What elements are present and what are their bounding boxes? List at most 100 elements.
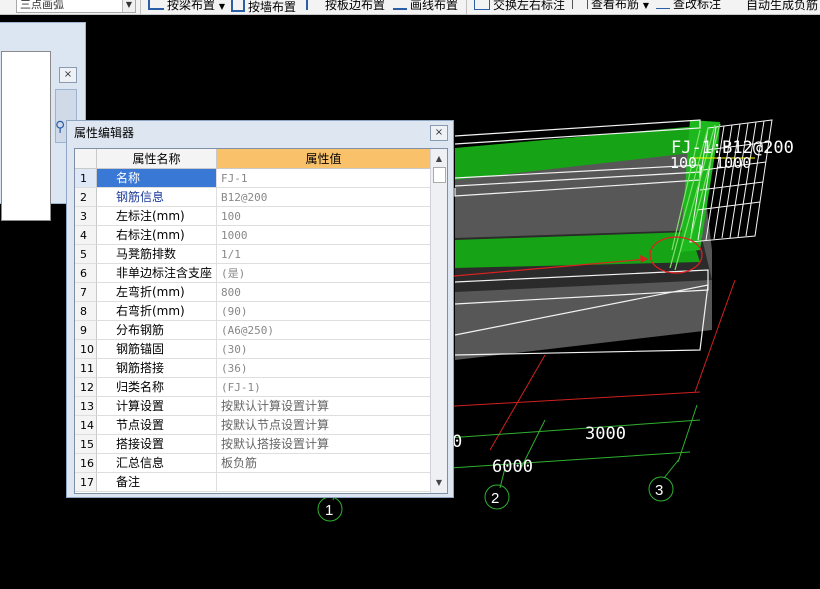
table-row[interactable]: 10 钢筋锚固 (30) xyxy=(75,340,430,359)
property-name: 右标注(mm) xyxy=(97,226,217,245)
property-name: 名称 xyxy=(97,169,217,188)
property-value[interactable]: 按默认节点设置计算 xyxy=(217,416,430,435)
close-icon[interactable]: × xyxy=(430,125,448,141)
scroll-down-icon[interactable]: ▼ xyxy=(431,475,447,491)
place-by-wall-button[interactable]: 按墙布置 xyxy=(231,0,297,14)
row-number: 7 xyxy=(75,283,97,302)
toolbar-separator xyxy=(466,0,467,14)
wall-icon xyxy=(231,0,245,12)
place-by-beam-button[interactable]: 按梁布置 ▼ xyxy=(148,0,225,12)
header-name: 属性名称 xyxy=(97,149,217,169)
header-corner xyxy=(75,149,97,169)
place-by-slab-edge-button[interactable]: 按板边布置 xyxy=(306,0,385,12)
chevron-down-icon: ▼ xyxy=(218,2,225,11)
table-row[interactable]: 2 钢筋信息 B12@200 xyxy=(75,188,430,207)
table-row[interactable]: 6 非单边标注含支座 (是) xyxy=(75,264,430,283)
search-icon[interactable]: ⚲ xyxy=(55,119,65,135)
close-icon[interactable]: × xyxy=(59,67,77,83)
row-number: 12 xyxy=(75,378,97,397)
table-row[interactable]: 13 计算设置 按默认计算设置计算 xyxy=(75,397,430,416)
property-value[interactable]: (30) xyxy=(217,340,430,359)
rebar-dims: 100, 1000 xyxy=(670,154,751,172)
auto-generate-button[interactable]: 自动生成负筋 xyxy=(733,0,818,12)
table-row[interactable]: 8 右弯折(mm) (90) xyxy=(75,302,430,321)
table-row[interactable]: 15 搭接设置 按默认搭接设置计算 xyxy=(75,435,430,454)
table-row[interactable]: 3 左标注(mm) 100 xyxy=(75,207,430,226)
chevron-down-icon[interactable]: ▼ xyxy=(122,0,135,12)
row-number: 10 xyxy=(75,340,97,359)
edit-labels-button[interactable]: 查改标注 xyxy=(656,0,721,12)
table-row[interactable]: 4 右标注(mm) 1000 xyxy=(75,226,430,245)
row-number: 15 xyxy=(75,435,97,454)
table-row[interactable]: 5 马凳筋排数 1/1 xyxy=(75,245,430,264)
draw-mode-combo[interactable]: 三点画弧 ▼ xyxy=(16,0,136,13)
scroll-thumb[interactable] xyxy=(433,167,446,183)
row-number: 3 xyxy=(75,207,97,226)
property-name: 非单边标注含支座 xyxy=(97,264,217,283)
edit-labels-label: 查改标注 xyxy=(673,0,722,11)
property-name: 钢筋搭接 xyxy=(97,359,217,378)
property-value[interactable]: (90) xyxy=(217,302,430,321)
property-editor-title: 属性编辑器 xyxy=(74,126,135,140)
property-name: 右弯折(mm) xyxy=(97,302,217,321)
table-row[interactable]: 12 归类名称 (FJ-1) xyxy=(75,378,430,397)
draw-mode-value: 三点画弧 xyxy=(20,0,64,11)
property-value[interactable]: 1000 xyxy=(217,226,430,245)
property-name: 左弯折(mm) xyxy=(97,283,217,302)
property-value[interactable]: FJ-1 xyxy=(217,169,430,188)
draw-line-place-button[interactable]: 画线布置 xyxy=(393,0,458,12)
axis-label-1: 1 xyxy=(325,502,333,519)
row-number: 17 xyxy=(75,473,97,492)
dim-3000: 3000 xyxy=(585,424,626,444)
property-value[interactable]: 1/1 xyxy=(217,245,430,264)
grid-header: 属性名称 属性值 xyxy=(75,149,430,169)
property-value[interactable]: (A6@250) xyxy=(217,321,430,340)
row-number: 13 xyxy=(75,397,97,416)
property-name: 计算设置 xyxy=(97,397,217,416)
row-number: 4 xyxy=(75,226,97,245)
table-row[interactable]: 14 节点设置 按默认节点设置计算 xyxy=(75,416,430,435)
table-row[interactable]: 16 汇总信息 板负筋 xyxy=(75,454,430,473)
property-name: 汇总信息 xyxy=(97,454,217,473)
property-value[interactable]: 按默认计算设置计算 xyxy=(217,397,430,416)
table-row[interactable]: 1 名称 FJ-1 xyxy=(75,169,430,188)
property-value[interactable]: 按默认搭接设置计算 xyxy=(217,435,430,454)
place-by-wall-label: 按墙布置 xyxy=(248,0,297,14)
row-number: 1 xyxy=(75,169,97,188)
scroll-up-icon[interactable]: ▲ xyxy=(431,151,447,167)
axis-leader xyxy=(663,457,681,479)
property-value[interactable]: (是) xyxy=(217,264,430,283)
table-row[interactable]: 7 左弯折(mm) 800 xyxy=(75,283,430,302)
property-value[interactable]: 800 xyxy=(217,283,430,302)
property-name: 左标注(mm) xyxy=(97,207,217,226)
row-number: 5 xyxy=(75,245,97,264)
slab-edge-icon xyxy=(306,0,322,10)
place-by-beam-label: 按梁布置 xyxy=(167,0,216,12)
auto-generate-label: 自动生成负筋 xyxy=(746,0,819,12)
row-number: 9 xyxy=(75,321,97,340)
property-grid: 属性名称 属性值 1 名称 FJ-1 2 钢筋信息 B12@200 3 左标注(mm) 100 4… xyxy=(74,148,448,494)
view-rebar-icon xyxy=(572,0,588,9)
vertical-scrollbar[interactable]: ▲ ▼ xyxy=(430,149,447,493)
row-number: 6 xyxy=(75,264,97,283)
property-value[interactable]: 板负筋 xyxy=(217,454,430,473)
property-name: 分布钢筋 xyxy=(97,321,217,340)
table-row[interactable]: 17 备注 xyxy=(75,473,430,492)
table-row[interactable]: 9 分布钢筋 (A6@250) xyxy=(75,321,430,340)
property-value[interactable] xyxy=(217,473,430,492)
view-rebar-button[interactable]: 查看布筋 ▼ xyxy=(572,0,649,12)
row-number: 8 xyxy=(75,302,97,321)
swap-labels-button[interactable]: 交换左右标注 xyxy=(474,0,565,12)
property-name: 归类名称 xyxy=(97,378,217,397)
view-rebar-label: 查看布筋 xyxy=(591,0,640,11)
property-value[interactable]: (36) xyxy=(217,359,430,378)
property-value[interactable]: (FJ-1) xyxy=(217,378,430,397)
header-value: 属性值 xyxy=(217,149,430,169)
axis-label-2: 2 xyxy=(491,490,499,507)
property-value[interactable]: 100 xyxy=(217,207,430,226)
left-panel-list[interactable] xyxy=(1,51,51,221)
chevron-down-icon: ▼ xyxy=(642,1,649,10)
axis-label-3: 3 xyxy=(655,482,663,499)
property-value[interactable]: B12@200 xyxy=(217,188,430,207)
table-row[interactable]: 11 钢筋搭接 (36) xyxy=(75,359,430,378)
